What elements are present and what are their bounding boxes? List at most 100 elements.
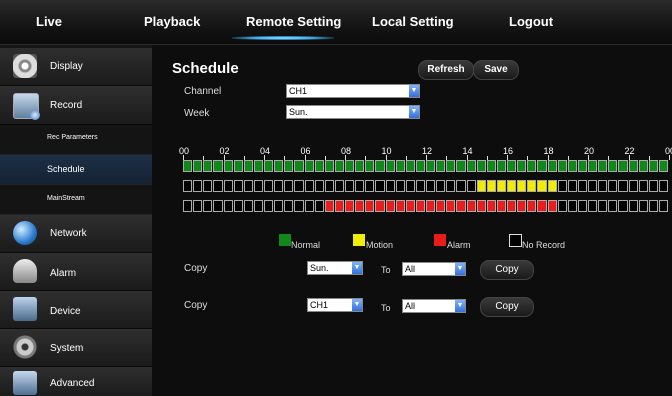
schedule-cell[interactable] [598, 180, 608, 192]
sidebar-item-display[interactable]: Display [0, 48, 152, 86]
schedule-cell[interactable] [284, 200, 294, 212]
schedule-cell[interactable] [466, 180, 476, 192]
tab-playback[interactable]: Playback [144, 14, 200, 29]
schedule-cell[interactable] [264, 160, 274, 172]
schedule-cell[interactable] [496, 180, 506, 192]
schedule-cell[interactable] [496, 200, 506, 212]
schedule-cell[interactable] [648, 160, 658, 172]
sidebar-item-device[interactable]: Device [0, 291, 152, 329]
schedule-cell[interactable] [345, 180, 355, 192]
schedule-cell[interactable] [375, 200, 385, 212]
schedule-cell[interactable] [253, 180, 263, 192]
tab-live[interactable]: Live [36, 14, 62, 29]
schedule-cell[interactable] [324, 160, 334, 172]
schedule-cell[interactable] [304, 160, 314, 172]
schedule-cell[interactable] [507, 160, 517, 172]
tab-local-setting[interactable]: Local Setting [372, 14, 454, 29]
sidebar-subitem-schedule[interactable]: Schedule [0, 155, 152, 185]
schedule-cell[interactable] [203, 180, 213, 192]
schedule-cell[interactable] [213, 160, 223, 172]
schedule-cell[interactable] [334, 180, 344, 192]
sidebar-subitem-rec-parameters[interactable]: Rec Parameters [0, 125, 152, 155]
schedule-cell[interactable] [243, 160, 253, 172]
schedule-cell[interactable] [405, 160, 415, 172]
schedule-cell[interactable] [183, 200, 193, 212]
schedule-cell[interactable] [486, 200, 496, 212]
schedule-cell[interactable] [334, 160, 344, 172]
schedule-row-normal[interactable] [183, 160, 669, 172]
schedule-cell[interactable] [183, 160, 193, 172]
copy-channel-target-select[interactable]: All ▼ [402, 299, 466, 313]
schedule-cell[interactable] [588, 180, 598, 192]
schedule-cell[interactable] [365, 180, 375, 192]
schedule-cell[interactable] [496, 160, 506, 172]
schedule-row-alarm[interactable] [183, 200, 669, 212]
schedule-cell[interactable] [213, 180, 223, 192]
schedule-cell[interactable] [456, 160, 466, 172]
schedule-cell[interactable] [648, 200, 658, 212]
schedule-cell[interactable] [567, 160, 577, 172]
schedule-cell[interactable] [577, 180, 587, 192]
copy-channel-button[interactable]: Copy [480, 297, 534, 317]
schedule-cell[interactable] [618, 200, 628, 212]
schedule-cell[interactable] [284, 160, 294, 172]
sidebar-item-system[interactable]: System [0, 329, 152, 367]
copy-day-select[interactable]: Sun. ▼ [307, 261, 363, 275]
schedule-row-motion[interactable] [183, 180, 669, 192]
schedule-cell[interactable] [304, 200, 314, 212]
schedule-cell[interactable] [324, 200, 334, 212]
schedule-cell[interactable] [193, 200, 203, 212]
schedule-cell[interactable] [476, 160, 486, 172]
schedule-cell[interactable] [193, 180, 203, 192]
schedule-cell[interactable] [517, 180, 527, 192]
schedule-cell[interactable] [345, 200, 355, 212]
schedule-cell[interactable] [537, 200, 547, 212]
schedule-cell[interactable] [223, 160, 233, 172]
sidebar-subitem-mainstream[interactable]: MainStream [0, 185, 152, 215]
schedule-cell[interactable] [233, 160, 243, 172]
schedule-cell[interactable] [233, 180, 243, 192]
schedule-cell[interactable] [385, 200, 395, 212]
schedule-cell[interactable] [294, 180, 304, 192]
schedule-cell[interactable] [628, 200, 638, 212]
schedule-cell[interactable] [426, 200, 436, 212]
schedule-cell[interactable] [466, 200, 476, 212]
schedule-cell[interactable] [628, 160, 638, 172]
schedule-cell[interactable] [446, 180, 456, 192]
schedule-cell[interactable] [618, 160, 628, 172]
schedule-cell[interactable] [456, 200, 466, 212]
schedule-cell[interactable] [294, 200, 304, 212]
schedule-cell[interactable] [253, 200, 263, 212]
schedule-cell[interactable] [426, 180, 436, 192]
schedule-cell[interactable] [345, 160, 355, 172]
schedule-cell[interactable] [355, 180, 365, 192]
schedule-cell[interactable] [395, 160, 405, 172]
schedule-cell[interactable] [658, 200, 668, 212]
schedule-cell[interactable] [405, 200, 415, 212]
schedule-cell[interactable] [264, 180, 274, 192]
schedule-cell[interactable] [233, 200, 243, 212]
schedule-cell[interactable] [557, 200, 567, 212]
week-select[interactable]: Sun. ▼ [286, 105, 420, 119]
schedule-cell[interactable] [466, 160, 476, 172]
schedule-cell[interactable] [658, 180, 668, 192]
schedule-cell[interactable] [395, 200, 405, 212]
schedule-cell[interactable] [557, 180, 567, 192]
refresh-button[interactable]: Refresh [418, 60, 474, 80]
schedule-cell[interactable] [476, 180, 486, 192]
schedule-cell[interactable] [598, 200, 608, 212]
schedule-cell[interactable] [314, 160, 324, 172]
schedule-cell[interactable] [274, 180, 284, 192]
schedule-cell[interactable] [203, 200, 213, 212]
schedule-cell[interactable] [577, 160, 587, 172]
sidebar-item-record[interactable]: Record [0, 86, 152, 125]
schedule-cell[interactable] [436, 200, 446, 212]
schedule-cell[interactable] [648, 180, 658, 192]
schedule-cell[interactable] [243, 200, 253, 212]
schedule-cell[interactable] [365, 200, 375, 212]
schedule-cell[interactable] [304, 180, 314, 192]
schedule-cell[interactable] [476, 200, 486, 212]
schedule-cell[interactable] [598, 160, 608, 172]
schedule-cell[interactable] [314, 180, 324, 192]
schedule-cell[interactable] [608, 200, 618, 212]
